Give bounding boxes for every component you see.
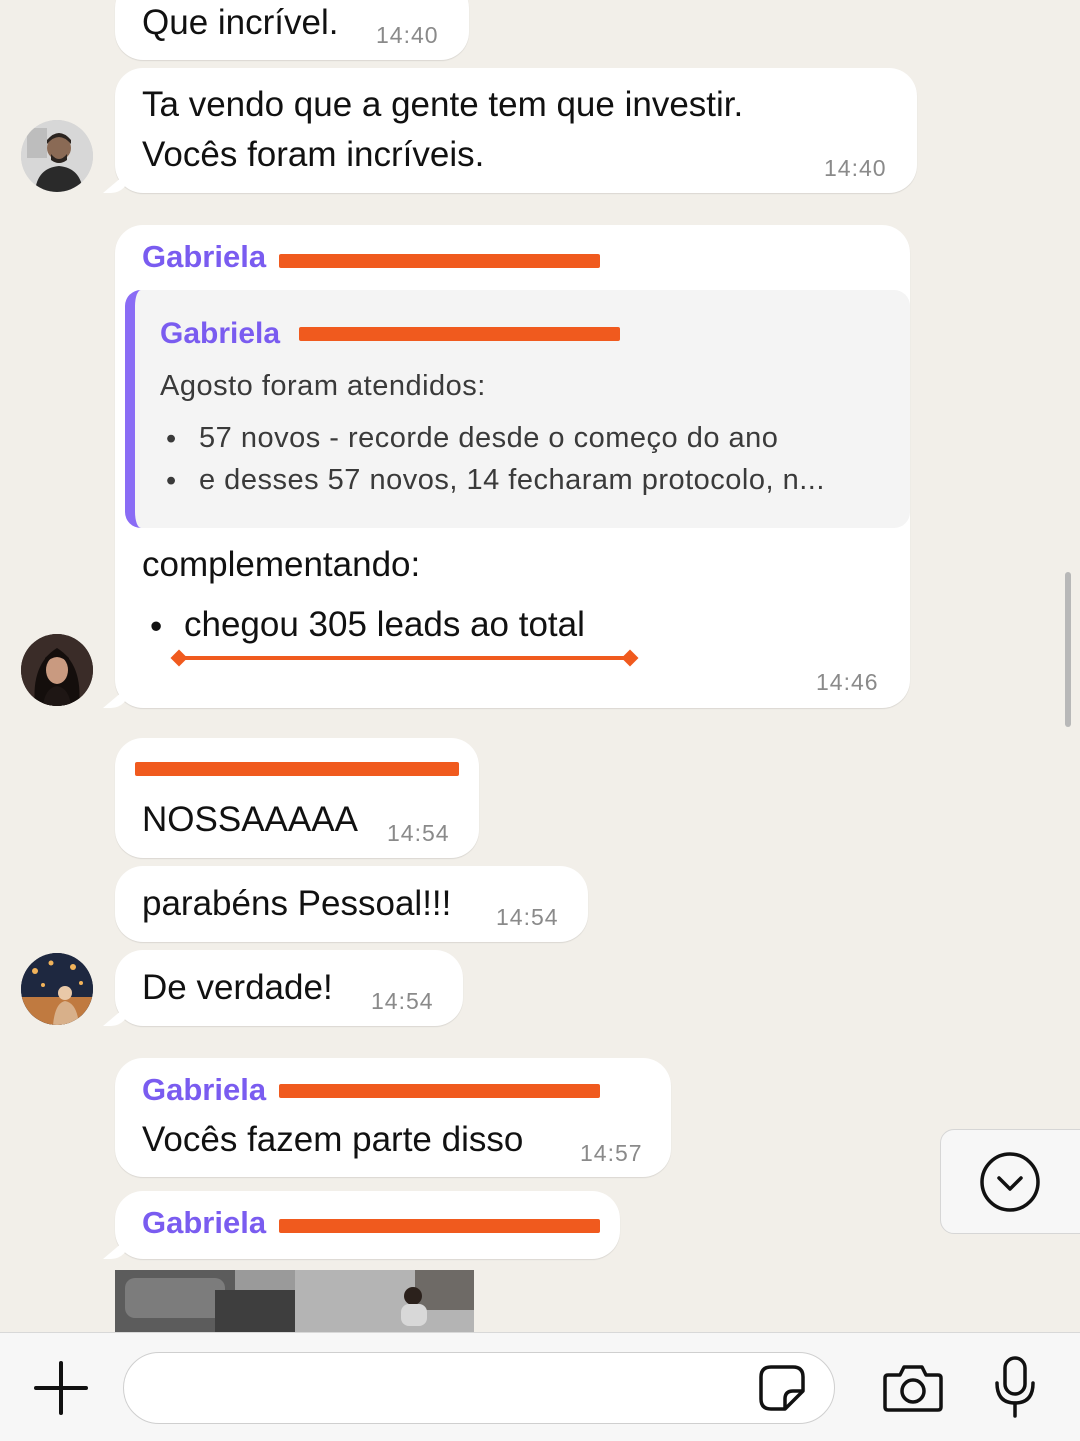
microphone-icon [995,1356,1035,1418]
bullet-dot: • [150,607,163,646]
quoted-bullet: 57 novos - recorde desde o começo do ano [199,422,779,454]
sender-name: Gabriela [142,239,267,274]
message-time: 14:57 [580,1140,643,1166]
message-bubble[interactable]: Que incrível. 14:40 [115,0,469,60]
camera-button[interactable] [882,1361,944,1413]
redaction-mark [299,327,620,341]
message-text: parabéns Pessoal!!! [142,884,452,923]
message-text: Vocês fazem parte disso [142,1120,524,1159]
message-text-line: Ta vendo que a gente tem que investir. [142,85,744,124]
media-thumbnail[interactable] [115,1270,474,1333]
message-bullet: chegou 305 leads ao total [184,605,585,644]
message-time: 14:46 [816,669,879,695]
redaction-mark [135,762,459,776]
plus-icon [34,1361,88,1415]
quoted-bullet: e desses 57 novos, 14 fecharam protocolo… [199,464,825,496]
message-time: 14:40 [824,155,887,181]
reply-message-bubble[interactable]: Gabriela Gabriela Agosto foram atendidos… [115,225,910,708]
bullet-dot: • [166,423,177,455]
camera-icon [883,1365,943,1412]
sender-name: Gabriela [142,1205,267,1240]
message-time: 14:54 [387,820,450,846]
message-text: complementando: [142,545,421,584]
message-text: De verdade! [142,968,333,1007]
message-bubble[interactable]: Gabriela Vocês fazem parte disso 14:57 [115,1058,671,1177]
voice-message-button[interactable] [992,1355,1038,1419]
scroll-to-bottom-button[interactable] [940,1129,1080,1234]
quoted-text: Agosto foram atendidos: [160,370,486,402]
sticker-button[interactable] [757,1363,807,1413]
avatar[interactable] [21,953,93,1025]
message-text: NOSSAAAAA [142,800,358,839]
message-bubble[interactable]: NOSSAAAAA 14:54 [115,738,479,858]
message-input[interactable] [123,1352,835,1424]
underline-annotation [170,649,639,667]
message-bubble[interactable]: Gabriela [115,1191,620,1259]
sticker-icon [759,1365,805,1411]
redaction-mark [279,1084,600,1098]
message-time: 14:54 [371,988,434,1014]
message-time: 14:40 [376,22,439,48]
message-bubble[interactable]: parabéns Pessoal!!! 14:54 [115,866,588,942]
message-text-line: Vocês foram incríveis. [142,135,485,174]
avatar[interactable] [21,634,93,706]
message-time: 14:54 [496,904,559,930]
add-attachment-button[interactable] [30,1358,92,1418]
message-text: Que incrível. [142,3,339,42]
message-composer-bar [0,1332,1080,1441]
quoted-message[interactable]: Gabriela Agosto foram atendidos: • 57 no… [125,290,910,528]
redaction-mark [279,254,600,268]
bullet-dot: • [166,465,177,497]
scrollbar-thumb[interactable] [1065,572,1071,727]
sender-name: Gabriela [142,1072,267,1107]
chevron-down-circle-icon [980,1152,1040,1212]
quoted-sender-name: Gabriela [160,317,281,350]
message-bubble[interactable]: Ta vendo que a gente tem que investir. V… [115,68,917,193]
avatar[interactable] [21,120,93,192]
message-bubble[interactable]: De verdade! 14:54 [115,950,463,1026]
redaction-mark [279,1219,600,1233]
